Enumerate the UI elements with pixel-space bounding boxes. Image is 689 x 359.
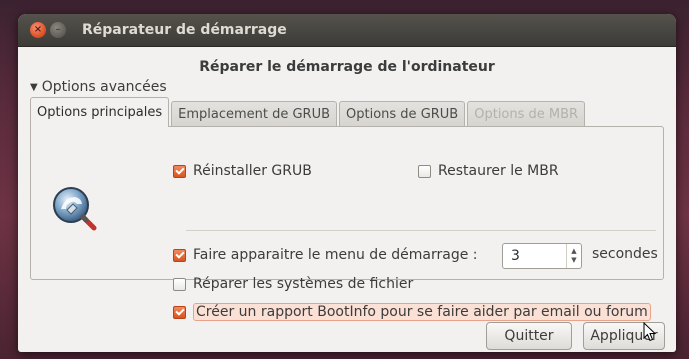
tab-bar: Options principales Emplacement de GRUB … — [30, 97, 587, 127]
restore-mbr-checkbox[interactable] — [418, 164, 431, 178]
show-boot-menu-option[interactable]: Faire apparaitre le menu de démarrage : — [173, 247, 477, 263]
timeout-value[interactable]: 3 — [503, 244, 566, 268]
bootinfo-report-checkbox[interactable] — [173, 305, 186, 319]
title-bar[interactable]: × – Réparateur de démarrage — [18, 14, 676, 47]
boot-repair-magnifier-icon — [53, 187, 97, 231]
timeout-unit-label: secondes — [592, 246, 658, 262]
page-title: Réparer le démarrage de l'ordinateur — [199, 59, 495, 75]
advanced-options-expander[interactable]: ▼ Options avancées — [30, 79, 167, 95]
spin-arrows[interactable]: ▲ ▼ — [566, 244, 581, 268]
tab-grub-location[interactable]: Emplacement de GRUB — [171, 101, 338, 127]
tab-mbr-options: Options de MBR — [467, 101, 586, 127]
repair-filesystems-checkbox[interactable] — [173, 277, 186, 291]
mouse-pointer-icon — [643, 322, 657, 342]
minimize-icon[interactable]: – — [50, 22, 66, 38]
tab-grub-options[interactable]: Options de GRUB — [339, 101, 466, 127]
reinstall-grub-option[interactable]: Réinstaller GRUB — [173, 163, 312, 179]
bootinfo-report-label: Créer un rapport BootInfo pour se faire … — [193, 303, 651, 321]
expander-arrow-icon: ▼ — [30, 81, 38, 93]
close-icon[interactable]: × — [30, 22, 46, 38]
restore-mbr-label: Restaurer le MBR — [438, 163, 559, 179]
expander-label: Options avancées — [41, 79, 167, 95]
dialog-content: Réparer le démarrage de l'ordinateur ▼ O… — [18, 47, 676, 352]
reinstall-grub-label: Réinstaller GRUB — [193, 163, 312, 179]
tab-main-options[interactable]: Options principales — [30, 97, 170, 127]
reinstall-grub-checkbox[interactable] — [173, 164, 186, 178]
boot-menu-timeout-spinbox[interactable]: 3 ▲ ▼ — [502, 243, 582, 269]
repair-filesystems-label: Réparer les systèmes de fichier — [193, 276, 414, 292]
spin-up-icon[interactable]: ▲ — [571, 247, 576, 256]
spin-down-icon[interactable]: ▼ — [571, 256, 576, 265]
bootinfo-report-option[interactable]: Créer un rapport BootInfo pour se faire … — [173, 303, 651, 321]
show-boot-menu-label: Faire apparaitre le menu de démarrage : — [193, 247, 478, 263]
show-boot-menu-checkbox[interactable] — [173, 248, 186, 262]
options-separator — [186, 230, 656, 231]
repair-filesystems-option[interactable]: Réparer les systèmes de fichier — [173, 276, 413, 292]
window-title: Réparateur de démarrage — [82, 22, 287, 38]
restore-mbr-option[interactable]: Restaurer le MBR — [418, 163, 559, 179]
boot-repair-window: × – Réparateur de démarrage Réparer le d… — [18, 14, 676, 352]
quit-button[interactable]: Quitter — [486, 322, 572, 350]
